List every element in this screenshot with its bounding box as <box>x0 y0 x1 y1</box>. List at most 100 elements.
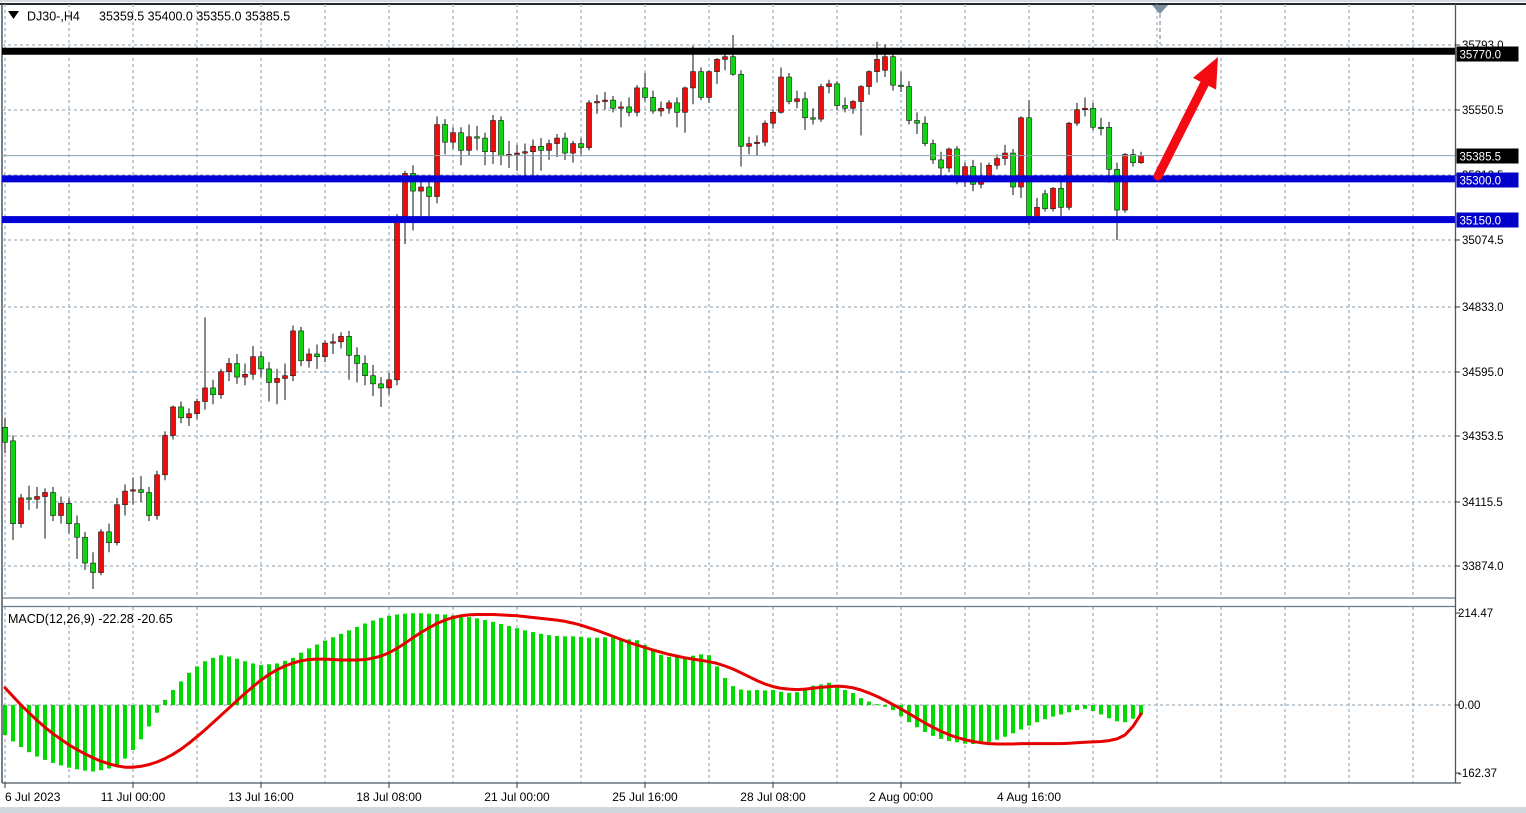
candle-bear <box>899 85 904 86</box>
macd-histogram-bar <box>1059 705 1063 714</box>
candle-bull <box>587 103 592 148</box>
macd-histogram-bar <box>731 686 735 705</box>
level-line-35770.0[interactable] <box>2 48 1455 55</box>
price-badge-label: 35770.0 <box>1460 50 1502 62</box>
macd-histogram-bar <box>459 616 463 705</box>
candle-bull <box>723 57 728 60</box>
candle-bear <box>915 120 920 123</box>
candle-bear <box>427 187 432 197</box>
candle-bear <box>11 441 16 524</box>
macd-histogram-bar <box>1099 705 1103 714</box>
candle-bull <box>19 498 24 524</box>
candle-bull <box>795 99 800 102</box>
macd-histogram-bar <box>195 666 199 705</box>
candle-bear <box>443 125 448 143</box>
time-axis-label: 25 Jul 16:00 <box>612 790 678 804</box>
macd-histogram-bar <box>859 698 863 705</box>
level-line-35300.0[interactable] <box>2 175 1455 182</box>
level-line-35150.0[interactable] <box>2 216 1455 223</box>
macd-histogram-bar <box>243 661 247 705</box>
candle-bear <box>379 384 384 388</box>
macd-histogram-bar <box>83 705 87 771</box>
macd-histogram-bar <box>1123 705 1127 722</box>
macd-histogram-bar <box>307 648 311 705</box>
candle-bear <box>939 160 944 168</box>
candle-bear <box>107 532 112 543</box>
candle-bear <box>483 138 488 152</box>
macd-histogram-bar <box>787 693 791 705</box>
macd-histogram-bar <box>219 655 223 705</box>
macd-indicator-label: MACD(12,26,9) -22.28 -20.65 <box>8 612 173 626</box>
macd-histogram-bar <box>1019 705 1023 729</box>
macd-histogram-bar <box>35 705 39 756</box>
macd-histogram-bar <box>747 690 751 705</box>
macd-histogram-bar <box>851 693 855 705</box>
macd-histogram-bar <box>515 628 519 705</box>
macd-scale-label: 0.00 <box>1458 700 1480 712</box>
macd-histogram-bar <box>755 690 759 705</box>
candle-bear <box>787 77 792 101</box>
macd-histogram-bar <box>619 639 623 705</box>
macd-histogram-bar <box>435 614 439 705</box>
candle-bull <box>667 103 672 108</box>
macd-histogram-bar <box>363 624 367 705</box>
macd-histogram-bar <box>467 617 471 705</box>
macd-histogram-bar <box>523 630 527 705</box>
chart-window: { "header": { "symbol_period": "DJ30-,H4… <box>0 0 1526 813</box>
macd-histogram-bar <box>595 638 599 705</box>
macd-histogram-bar <box>635 640 639 705</box>
macd-histogram-bar <box>187 673 191 705</box>
candle-bear <box>363 363 368 375</box>
candle-bear <box>211 388 216 395</box>
candle-bull <box>547 144 552 151</box>
macd-histogram-bar <box>547 635 551 705</box>
candle-bear <box>315 354 320 357</box>
candle-bull <box>635 88 640 112</box>
candle-bull <box>243 374 248 377</box>
macd-histogram-bar <box>867 702 871 705</box>
macd-histogram-bar <box>995 705 999 740</box>
macd-histogram-bar <box>259 665 263 705</box>
macd-histogram-bar <box>19 705 23 747</box>
macd-histogram-bar <box>587 638 591 705</box>
candle-bear <box>675 103 680 113</box>
macd-histogram-bar <box>883 705 887 707</box>
macd-histogram-bar <box>667 657 671 705</box>
macd-histogram-bar <box>443 615 447 705</box>
candle-bull <box>715 59 720 71</box>
macd-histogram-bar <box>323 641 327 705</box>
time-axis-label: 6 Jul 2023 <box>5 790 61 804</box>
macd-histogram-bar <box>483 620 487 705</box>
macd-histogram-bar <box>315 645 319 705</box>
macd-histogram-bar <box>987 705 991 742</box>
candle-bull <box>1051 188 1056 208</box>
price-badge-label: 35150.0 <box>1460 216 1502 228</box>
candle-bull <box>763 123 768 142</box>
macd-histogram-bar <box>403 614 407 705</box>
candle-bull <box>683 88 688 112</box>
macd-histogram-bar <box>715 666 719 705</box>
price-axis-label: 34353.5 <box>1462 431 1504 443</box>
candle-bull <box>227 363 232 371</box>
candle-bull <box>827 84 832 87</box>
candle-bull <box>467 137 472 151</box>
candle-bull <box>435 125 440 197</box>
candle-bull <box>387 380 392 388</box>
macd-histogram-bar <box>1107 705 1111 718</box>
macd-histogram-bar <box>203 661 207 705</box>
chart-canvas[interactable]: 35793.035550.535312.535074.534833.034595… <box>0 0 1526 813</box>
macd-histogram-bar <box>419 613 423 705</box>
candle-bull <box>115 505 120 543</box>
candle-bull <box>595 101 600 102</box>
candle-bull <box>851 101 856 108</box>
candle-bull <box>283 376 288 379</box>
time-axis-label: 2 Aug 00:00 <box>869 790 933 804</box>
candle-bull <box>619 107 624 108</box>
macd-histogram-bar <box>131 705 135 750</box>
candle-bear <box>923 123 928 143</box>
macd-histogram-bar <box>155 705 159 713</box>
candle-bull <box>947 149 952 168</box>
macd-histogram-bar <box>779 692 783 705</box>
candle-bull <box>163 435 168 474</box>
candle-bear <box>51 492 56 515</box>
